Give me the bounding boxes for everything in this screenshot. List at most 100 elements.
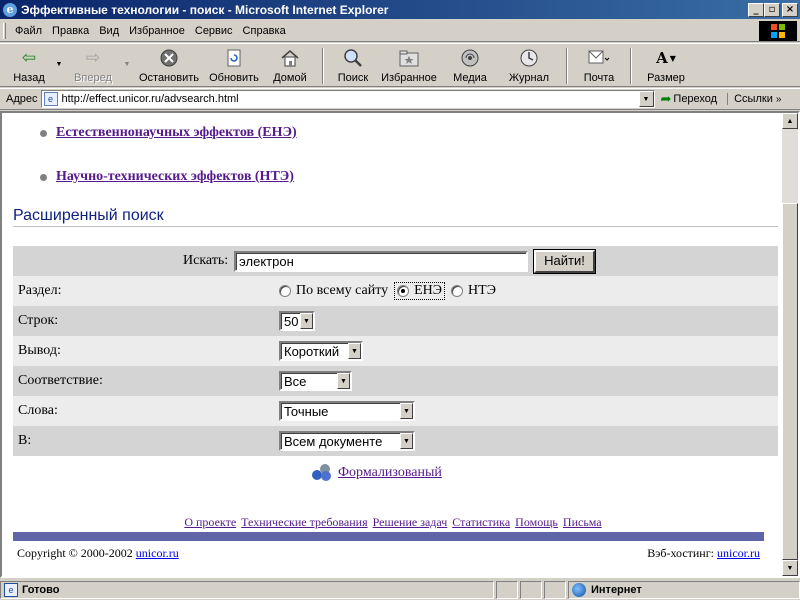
search-button[interactable]: Поиск bbox=[330, 44, 376, 86]
section-row: Раздел: По всему сайту ЕНЭ НТЭ bbox=[13, 276, 778, 306]
chevron-down-icon[interactable]: ▼ bbox=[348, 343, 361, 359]
status-text-area: e Готово bbox=[0, 581, 494, 599]
footer-link-solutions[interactable]: Решение задач bbox=[373, 515, 448, 529]
stop-icon bbox=[158, 47, 180, 69]
copyright: Copyright © 2000-2002 unicor.ru bbox=[17, 546, 179, 560]
rows-select[interactable]: 50 ▼ bbox=[279, 311, 315, 331]
radio-circle-checked[interactable] bbox=[397, 285, 410, 297]
search-input[interactable]: электрон bbox=[234, 250, 529, 272]
go-button[interactable]: ➦ Переход bbox=[661, 91, 718, 107]
words-row: Слова: Точные ▼ bbox=[13, 396, 778, 426]
title-bar: e Эффективные технологии - поиск - Micro… bbox=[0, 0, 800, 19]
scroll-thumb[interactable] bbox=[782, 203, 798, 560]
close-button[interactable]: × bbox=[782, 2, 798, 17]
bullet-icon bbox=[40, 173, 47, 181]
radio-nte[interactable]: НТЭ bbox=[451, 283, 496, 299]
home-button[interactable]: Домой bbox=[264, 44, 316, 86]
effects-link-nte[interactable]: Научно-технических эффектов (НТЭ) bbox=[56, 169, 294, 185]
home-icon bbox=[279, 47, 301, 69]
ie-logo-icon: e bbox=[3, 2, 17, 17]
chevron-right-icon[interactable]: » bbox=[776, 94, 782, 105]
words-select[interactable]: Точные ▼ bbox=[279, 401, 415, 421]
scroll-up-button[interactable]: ▲ bbox=[782, 113, 798, 129]
forward-dropdown-button[interactable]: ▼ bbox=[120, 44, 134, 68]
effects-link-ene[interactable]: Естественнонаучных эффектов (ЕНЭ) bbox=[56, 125, 297, 141]
scroll-down-button[interactable]: ▼ bbox=[782, 560, 798, 576]
in-select[interactable]: Всем документе ▼ bbox=[279, 431, 415, 451]
match-select[interactable]: Все ▼ bbox=[279, 371, 352, 391]
media-button[interactable]: Медиа bbox=[442, 44, 498, 86]
toolbar-grip[interactable] bbox=[3, 22, 6, 39]
zone-label: Интернет bbox=[591, 584, 642, 596]
formal-search-icon bbox=[312, 464, 332, 482]
menu-tools[interactable]: Сервис bbox=[190, 25, 238, 37]
menu-view[interactable]: Вид bbox=[94, 25, 124, 37]
status-cell bbox=[544, 581, 566, 599]
favorites-folder-icon bbox=[398, 47, 420, 69]
footer-link-letters[interactable]: Письма bbox=[563, 515, 602, 529]
list-item: Естественнонаучных эффектов (ЕНЭ) bbox=[40, 123, 297, 143]
words-label: Слова: bbox=[18, 403, 58, 418]
stop-button[interactable]: Остановить bbox=[134, 44, 204, 86]
menu-help[interactable]: Справка bbox=[238, 25, 291, 37]
back-dropdown-button[interactable]: ▼ bbox=[52, 44, 66, 68]
output-select[interactable]: Короткий ▼ bbox=[279, 341, 363, 361]
copyright-link[interactable]: unicor.ru bbox=[136, 546, 179, 560]
address-dropdown-button[interactable]: ▼ bbox=[638, 91, 654, 107]
favorites-button[interactable]: Избранное bbox=[376, 44, 442, 86]
hosting-info: Вэб-хостинг: unicor.ru bbox=[647, 546, 760, 560]
menu-bar: Файл Правка Вид Избранное Сервис Справка bbox=[0, 20, 800, 42]
chevron-down-icon[interactable]: ▼ bbox=[400, 433, 413, 449]
rows-row: Строк: 50 ▼ bbox=[13, 306, 778, 336]
search-icon bbox=[342, 47, 364, 69]
find-button[interactable]: Найти! bbox=[534, 249, 595, 273]
menu-favorites[interactable]: Избранное bbox=[124, 25, 190, 37]
radio-circle[interactable] bbox=[279, 285, 291, 297]
menu-file[interactable]: Файл bbox=[10, 25, 47, 37]
refresh-icon bbox=[223, 47, 245, 69]
mail-icon bbox=[588, 47, 610, 69]
footer-link-help[interactable]: Помощь bbox=[515, 515, 558, 529]
browser-viewport: Естественнонаучных эффектов (ЕНЭ) Научно… bbox=[0, 111, 800, 578]
menu-edit[interactable]: Правка bbox=[47, 25, 94, 37]
maximize-button[interactable]: ▫ bbox=[764, 2, 780, 17]
history-button[interactable]: Журнал bbox=[498, 44, 560, 86]
output-row: Вывод: Короткий ▼ bbox=[13, 336, 778, 366]
window-controls: _ ▫ × bbox=[748, 2, 798, 17]
radio-whole-site[interactable]: По всему сайту bbox=[279, 283, 388, 299]
section-radio-group: По всему сайту ЕНЭ НТЭ bbox=[279, 282, 502, 300]
radio-ene[interactable]: ЕНЭ bbox=[394, 282, 446, 300]
footer-link-statistics[interactable]: Статистика bbox=[452, 515, 510, 529]
match-label: Соответствие: bbox=[18, 373, 103, 388]
windows-logo-icon bbox=[759, 21, 797, 41]
links-button[interactable]: Ссылки bbox=[727, 93, 773, 105]
formal-search-link[interactable]: Формализованый bbox=[338, 465, 442, 481]
search-row: Искать: электрон Найти! bbox=[13, 246, 778, 276]
list-item: Научно-технических эффектов (НТЭ) bbox=[40, 167, 297, 187]
status-cell bbox=[496, 581, 518, 599]
address-input[interactable]: e http://effect.unicor.ru/advsearch.html… bbox=[40, 90, 655, 108]
minimize-button[interactable]: _ bbox=[748, 2, 764, 17]
advanced-search-form: Искать: электрон Найти! Раздел: По всему… bbox=[13, 246, 778, 456]
output-label: Вывод: bbox=[18, 343, 61, 358]
size-button[interactable]: A ▼ Размер bbox=[638, 44, 694, 86]
formal-search: Формализованый bbox=[312, 464, 442, 482]
address-url: http://effect.unicor.ru/advsearch.html bbox=[61, 93, 239, 105]
go-arrow-icon: ➦ bbox=[660, 91, 672, 106]
chevron-down-icon[interactable]: ▼ bbox=[337, 373, 350, 389]
footer-links: О проекте Технические требования Решение… bbox=[2, 515, 784, 530]
chevron-down-icon[interactable]: ▼ bbox=[400, 403, 413, 419]
hosting-link[interactable]: unicor.ru bbox=[717, 546, 760, 560]
footer-link-requirements[interactable]: Технические требования bbox=[241, 515, 367, 529]
back-button[interactable]: ⇦ Назад bbox=[6, 44, 52, 86]
radio-circle[interactable] bbox=[451, 285, 464, 297]
vertical-scrollbar[interactable]: ▲ ▼ bbox=[782, 113, 798, 576]
footer-link-about[interactable]: О проекте bbox=[184, 515, 236, 529]
forward-arrow-icon: ⇨ bbox=[85, 48, 101, 67]
chevron-down-icon[interactable]: ▼ bbox=[300, 313, 313, 329]
refresh-button[interactable]: Обновить bbox=[204, 44, 264, 86]
mail-button[interactable]: Почта bbox=[574, 44, 624, 86]
address-bar: Адрес e http://effect.unicor.ru/advsearc… bbox=[0, 88, 800, 110]
forward-button[interactable]: ⇨ Вперед bbox=[66, 44, 120, 86]
status-bar: e Готово Интернет bbox=[0, 580, 800, 600]
